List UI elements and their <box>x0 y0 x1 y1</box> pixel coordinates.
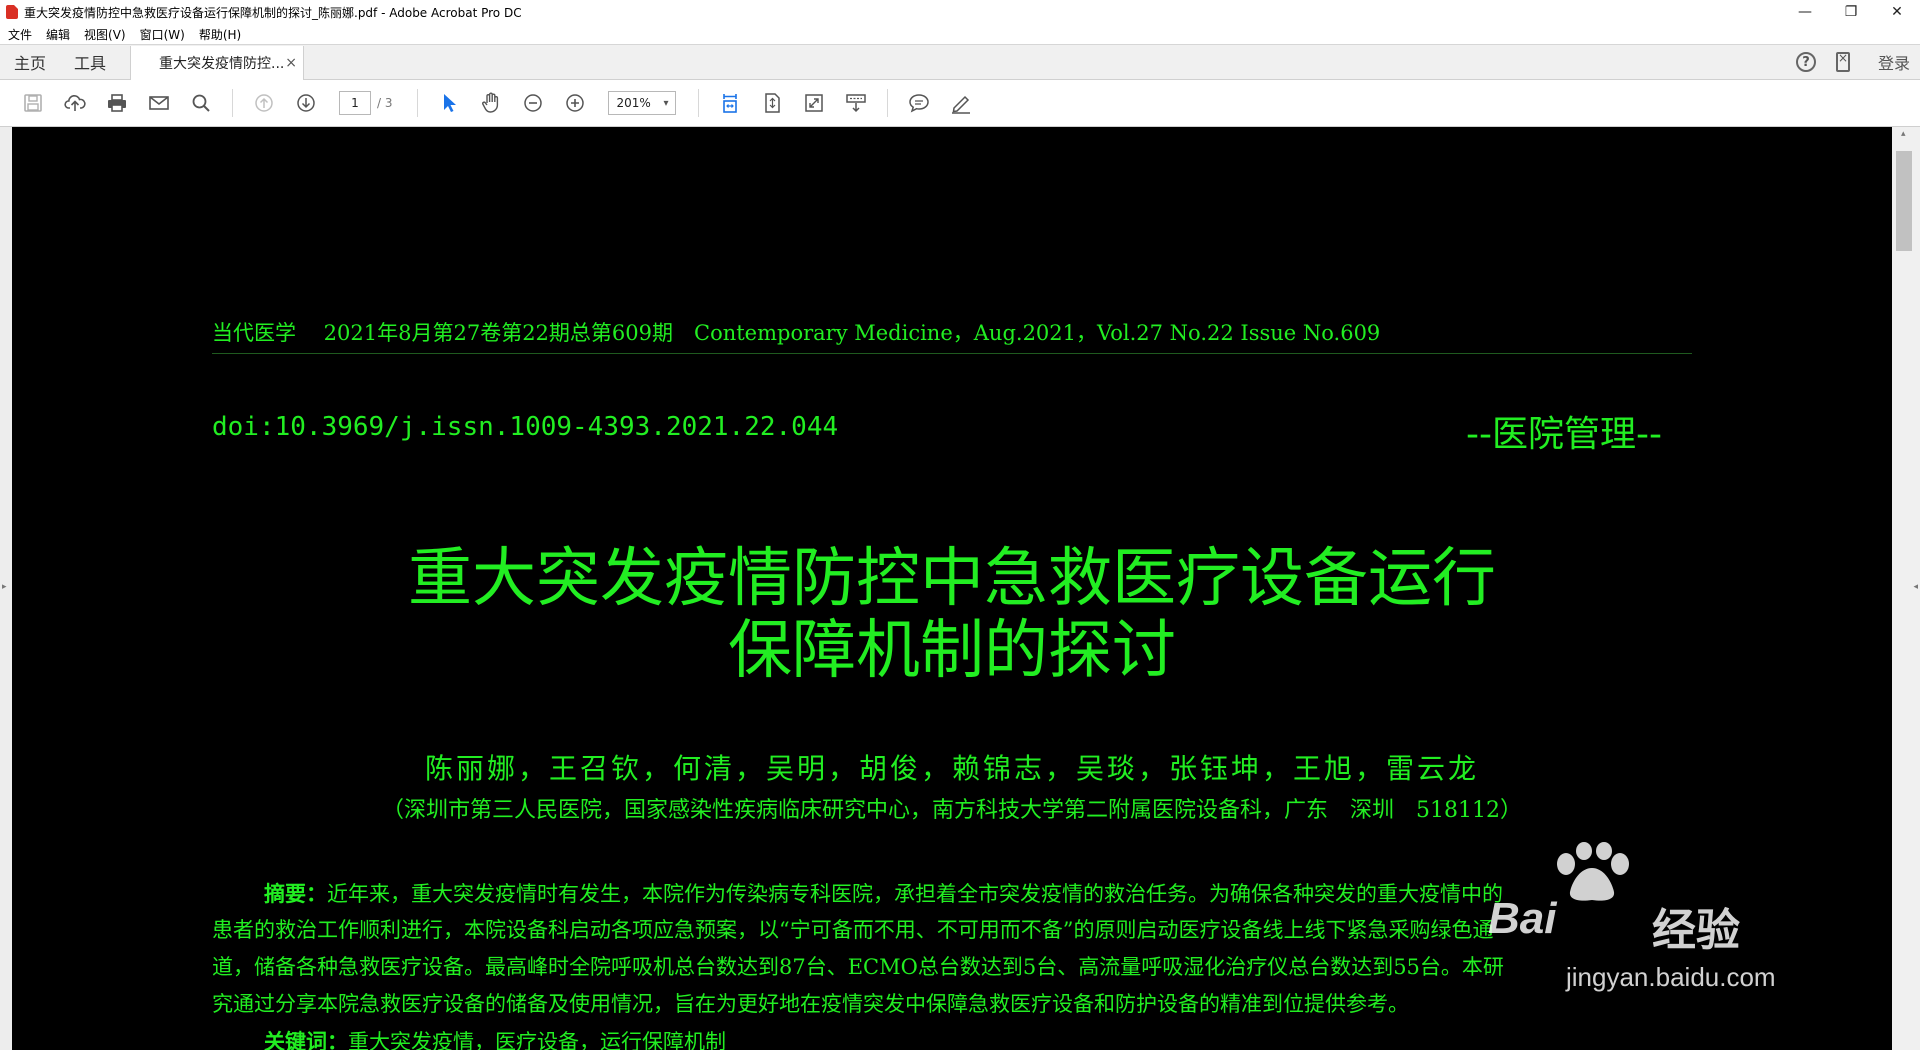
close-tab-button[interactable]: × <box>285 55 297 71</box>
close-window-button[interactable]: ✕ <box>1874 0 1920 24</box>
help-icon[interactable]: ? <box>1795 52 1816 72</box>
menu-view[interactable]: 视图(V) <box>84 26 126 43</box>
keywords-line: 关键词：重大突发疫情，医疗设备，运行保障机制 <box>212 1023 1697 1050</box>
scroll-up-icon[interactable]: ▴ <box>1901 129 1906 139</box>
zoom-value: 201% <box>616 96 651 110</box>
next-page-icon[interactable] <box>294 91 318 115</box>
abstract-line: 患者的救治工作顺利进行，本院设备科启动各项应急预案，以“宁可备而不用、不可用而不… <box>212 918 1494 942</box>
restore-button[interactable]: ❐ <box>1828 0 1874 24</box>
toolbar-separator <box>232 89 233 117</box>
toolbar: 1 / 3 201% ▾ <box>0 80 1920 127</box>
abstract-label: 摘要： <box>264 881 327 906</box>
menu-help[interactable]: 帮助(H) <box>199 26 241 43</box>
abstract-line: 摘要：近年来，重大突发疫情时有发生，本院作为传染病专科医院，承担着全市突发疫情的… <box>212 875 1697 912</box>
title-bar: 重大突发疫情防控中急救医疗设备运行保障机制的探讨_陈丽娜.pdf - Adobe… <box>0 0 1920 24</box>
search-icon[interactable] <box>189 91 213 115</box>
tab-document-label: 重大突发疫情防控... <box>159 56 285 72</box>
window-controls: — ❐ ✕ <box>1782 0 1920 24</box>
full-screen-icon[interactable] <box>802 91 826 115</box>
authors: 陈丽娜，王召钦，何清，吴明，胡俊，赖锦志，吴琰，张钰坤，王旭，雷云龙 <box>424 752 1479 785</box>
save-icon[interactable] <box>21 91 45 115</box>
fit-page-icon[interactable] <box>760 91 784 115</box>
minimize-button[interactable]: — <box>1782 0 1828 24</box>
print-icon[interactable] <box>105 91 129 115</box>
menu-edit[interactable]: 编辑 <box>46 26 70 43</box>
menu-bar: 文件 编辑 视图(V) 窗口(W) 帮助(H) <box>0 24 1920 44</box>
zoom-select[interactable]: 201% ▾ <box>607 91 676 115</box>
zoom-in-icon[interactable] <box>563 91 587 115</box>
scroll-mode-icon[interactable] <box>844 91 868 115</box>
menu-file[interactable]: 文件 <box>8 26 32 43</box>
scrollbar-thumb[interactable] <box>1896 151 1912 251</box>
tab-bar-right: ? 登录 <box>1795 45 1920 79</box>
abstract-line: 究通过分享本院急救医疗设备的储备及使用情况，旨在为更好地在疫情突发中保障急救医疗… <box>212 992 1409 1016</box>
toolbar-separator <box>416 89 418 117</box>
document-viewport[interactable]: ▸ 当代医学 2021年8月第27卷第22期总第609期 Contemporar… <box>0 127 1920 1050</box>
toolbar-separator <box>886 89 888 117</box>
watermark-brand-right: 经验 <box>1652 906 1740 955</box>
window-title: 重大突发疫情防控中急救医疗设备运行保障机制的探讨_陈丽娜.pdf - Adobe… <box>24 5 522 20</box>
zoom-out-icon[interactable] <box>521 91 545 115</box>
watermark-url: jingyan.baidu.com <box>1566 962 1776 992</box>
doi: doi:10.3969/j.issn.1009-4393.2021.22.044 <box>212 412 839 442</box>
tab-bar: 主页 工具 重大突发疫情防控... × ? 登录 <box>0 44 1920 80</box>
tab-home[interactable]: 主页 <box>0 45 60 79</box>
expand-right-panel-icon[interactable]: ◂ <box>1913 582 1918 592</box>
expand-left-panel-icon[interactable]: ▸ <box>2 582 7 592</box>
chevron-down-icon: ▾ <box>663 97 669 109</box>
keywords-label: 关键词： <box>264 1029 348 1050</box>
menu-window[interactable]: 窗口(W) <box>140 26 185 43</box>
left-panel-toggle[interactable]: ▸ <box>0 127 12 1050</box>
mobile-link-icon[interactable] <box>1835 51 1850 72</box>
paper-title-line-2: 保障机制的探讨 <box>728 614 1176 688</box>
journal-header: 当代医学 2021年8月第27卷第22期总第609期 Contemporary … <box>212 321 1381 345</box>
tab-tools[interactable]: 工具 <box>60 45 120 79</box>
section-tag: --医院管理-- <box>1466 414 1662 455</box>
page-number-input[interactable]: 1 <box>339 91 371 115</box>
abstract-text: 近年来，重大突发疫情时有发生，本院作为传染病专科医院，承担着全市突发疫情的救治任… <box>327 882 1503 906</box>
pdf-app-icon <box>6 5 18 19</box>
sign-icon[interactable] <box>949 91 973 115</box>
login-button[interactable]: 登录 <box>1878 50 1910 74</box>
affiliation: （深圳市第三人民医院，国家感染性疾病临床研究中心，南方科技大学第二附属医院设备科… <box>382 798 1522 823</box>
email-icon[interactable] <box>147 91 171 115</box>
baidu-jingyan-watermark: Bai 经验 jingyan.baidu.com <box>1482 832 1842 1002</box>
toolbar-separator <box>697 89 699 117</box>
abstract: 摘要：近年来，重大突发疫情时有发生，本院作为传染病专科医院，承担着全市突发疫情的… <box>212 875 1697 1050</box>
abstract-line: 道，储备各种急救医疗设备。最高峰时全院呼吸机总台数达到87台、ECMO总台数达到… <box>212 955 1504 979</box>
keywords-text: 重大突发疫情，医疗设备，运行保障机制 <box>348 1030 726 1050</box>
page-total: / 3 <box>377 96 393 110</box>
comment-icon[interactable] <box>907 91 931 115</box>
tab-document[interactable]: 重大突发疫情防控... × <box>130 46 305 80</box>
select-arrow-icon[interactable] <box>437 91 461 115</box>
baidu-paw-logo <box>1557 842 1629 901</box>
prev-page-icon[interactable] <box>252 91 276 115</box>
hand-icon[interactable] <box>479 91 503 115</box>
watermark-brand-left: Bai <box>1488 894 1557 943</box>
fit-width-icon[interactable] <box>718 91 742 115</box>
pdf-page[interactable]: 当代医学 2021年8月第27卷第22期总第609期 Contemporary … <box>12 127 1892 1050</box>
upload-icon[interactable] <box>63 91 87 115</box>
header-divider <box>212 353 1692 354</box>
